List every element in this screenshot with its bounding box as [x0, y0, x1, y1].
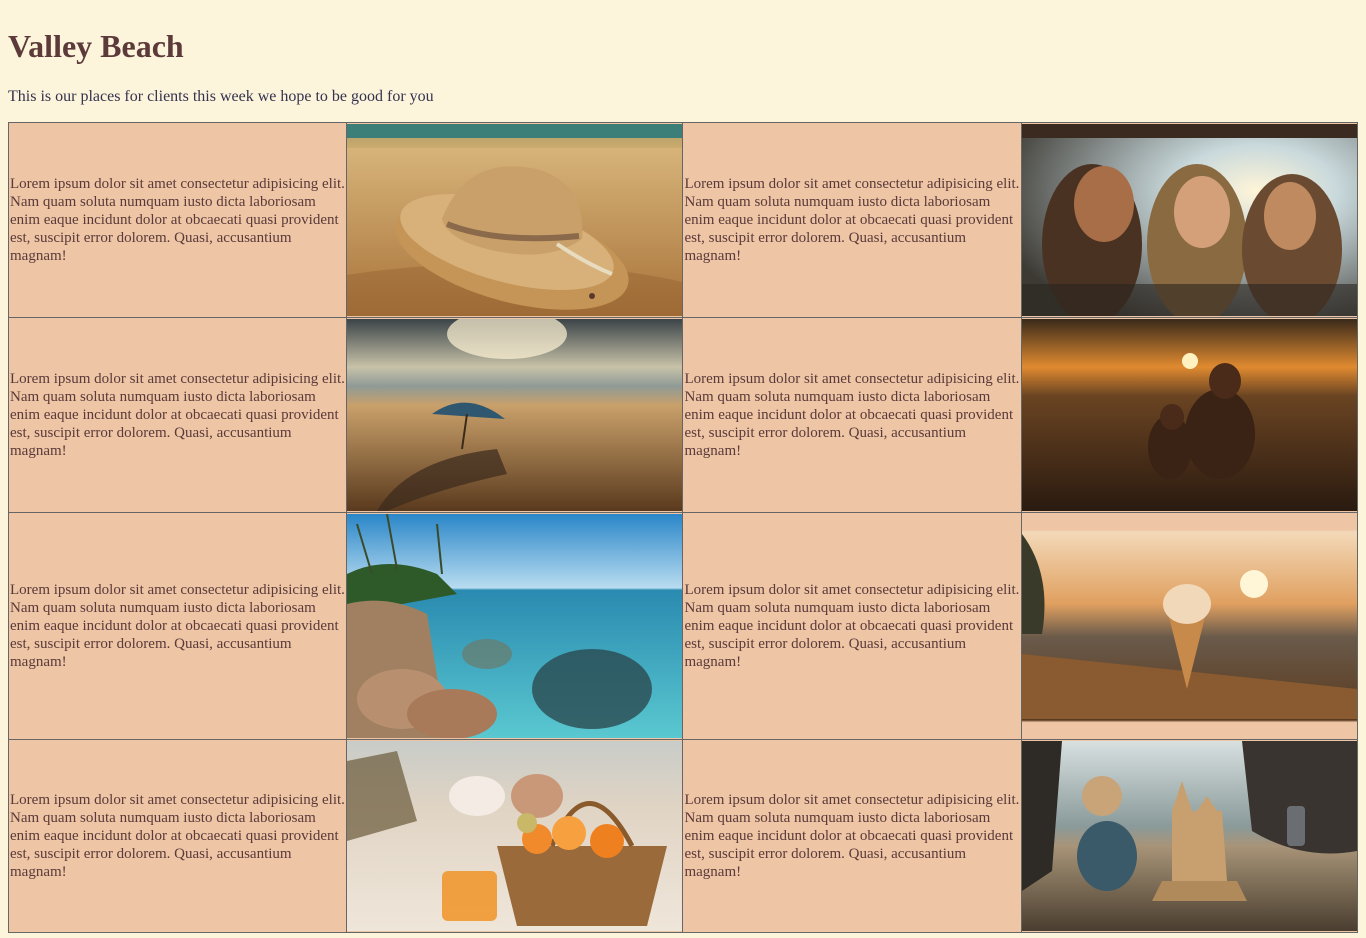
beach-gallery-table: Lorem ipsum dolor sit amet consectetur a…: [7, 122, 1359, 933]
row-1-left-text: Lorem ipsum dolor sit amet consectetur a…: [7, 122, 348, 318]
row-4-right-photo: [1020, 739, 1359, 933]
row-2-right-photo: [1020, 317, 1359, 513]
page-subtitle: This is our places for clients this week…: [8, 88, 434, 105]
row-2-right-text: Lorem ipsum dolor sit amet consectetur a…: [682, 317, 1022, 513]
row-4-left-photo: [346, 739, 684, 933]
table-row: Lorem ipsum dolor sit amet consectetur a…: [7, 317, 1359, 513]
tropical-lagoon-photo: [347, 514, 683, 738]
child-sandcastle-photo: [1021, 741, 1357, 931]
straw-hat-photo: [347, 124, 683, 316]
women-smiling-photo: [1021, 124, 1357, 316]
page-title: Valley Beach: [8, 28, 184, 64]
row-2-left-text: Lorem ipsum dolor sit amet consectetur a…: [7, 317, 348, 513]
row-4-right-text: Lorem ipsum dolor sit amet consectetur a…: [682, 739, 1022, 933]
table-row: Lorem ipsum dolor sit amet consectetur a…: [7, 122, 1359, 318]
picnic-basket-photo: [347, 741, 683, 931]
row-1-right-photo: [1020, 122, 1359, 318]
row-3-right-photo: [1020, 512, 1359, 740]
table-row: Lorem ipsum dolor sit amet consectetur a…: [7, 739, 1359, 933]
sunset-mother-child-photo: [1021, 319, 1357, 511]
table-row: Lorem ipsum dolor sit amet consectetur a…: [7, 512, 1359, 740]
row-2-left-photo: [346, 317, 684, 513]
row-3-left-photo: [346, 512, 684, 740]
row-1-left-photo: [346, 122, 684, 318]
row-1-right-text: Lorem ipsum dolor sit amet consectetur a…: [682, 122, 1022, 318]
ice-cream-dock-photo: [1021, 514, 1357, 738]
beach-umbrella-photo: [347, 319, 683, 511]
row-4-left-text: Lorem ipsum dolor sit amet consectetur a…: [7, 739, 348, 933]
row-3-right-text: Lorem ipsum dolor sit amet consectetur a…: [682, 512, 1022, 740]
row-3-left-text: Lorem ipsum dolor sit amet consectetur a…: [7, 512, 348, 740]
